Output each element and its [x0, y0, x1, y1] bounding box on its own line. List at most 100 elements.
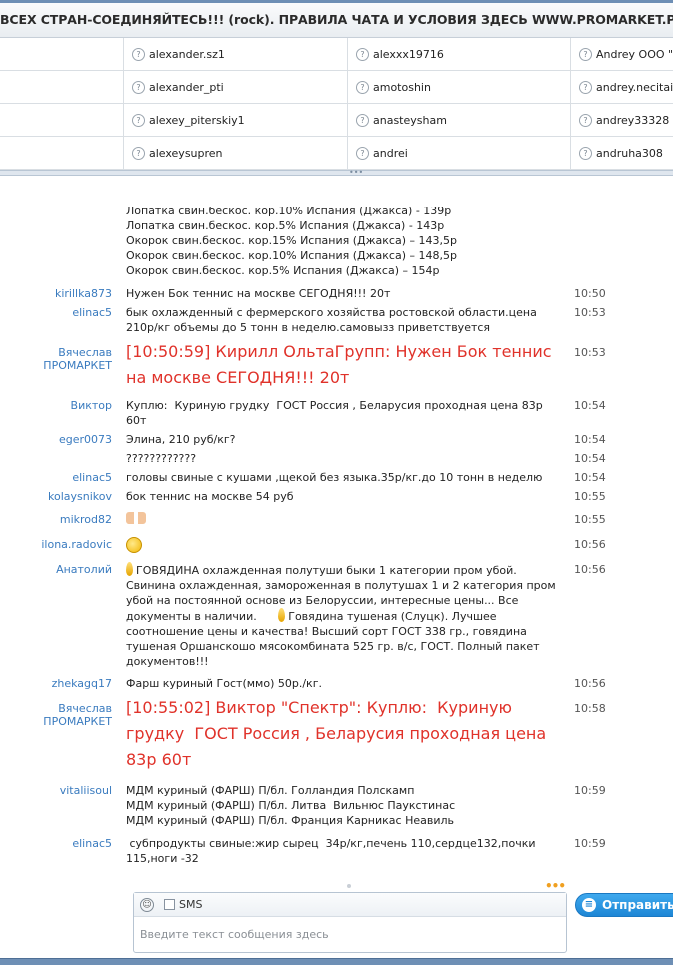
pane-splitter[interactable]: •••	[0, 168, 673, 177]
message-time: 10:55	[574, 490, 606, 503]
chat-message: elinac5 головы свиные с кушами ,щекой бе…	[0, 468, 673, 487]
user-cell[interactable]	[0, 104, 124, 137]
message-author[interactable]: kirillka873	[0, 286, 126, 301]
user-cell[interactable]	[0, 137, 124, 170]
user-name: alexxx19716	[373, 48, 444, 61]
user-name: andrey33328	[596, 114, 670, 127]
smile-emoji-icon	[126, 537, 142, 553]
message-text: Элина, 210 руб/кг?	[126, 433, 236, 446]
message-time: 10:56	[574, 563, 606, 576]
user-row: ? alexey_piterskiy1 ? anasteysham ? andrey3…	[0, 104, 673, 137]
clap-hands-icon	[126, 512, 146, 524]
message-author[interactable]: zhekagq17	[0, 676, 126, 691]
user-cell[interactable]: ? andruha308	[571, 137, 673, 170]
message-author[interactable]: vitaliisoul	[0, 783, 126, 828]
chat-message: Лопатка свин.бескос. кор.10% Испания (Дж…	[0, 207, 673, 280]
message-input[interactable]	[134, 917, 566, 951]
user-row: ? alexander.sz1 ? alexxx19716 ? Andrey OOO …	[0, 38, 673, 71]
message-author[interactable]: kolaysnikov	[0, 489, 126, 504]
chat-message: kolaysnikov бок теннис на москве 54 руб …	[0, 487, 673, 506]
send-label: Отправить	[602, 898, 673, 912]
message-text: Нужен Бок теннис на москве СЕГОДНЯ!!! 20…	[126, 287, 391, 300]
user-cell[interactable]: ? Andrey OOO "M	[571, 38, 673, 71]
message-author[interactable]: ilona.radovic	[0, 537, 126, 553]
message-text: Лопатка свин.бескос. кор.10% Испания (Дж…	[126, 207, 457, 277]
message-author[interactable]: Вячеслав ПРОМАРКЕТ	[0, 695, 126, 773]
composer-toolbar: ☺ SMS	[134, 893, 566, 917]
message-author[interactable]: Виктор	[0, 398, 126, 428]
user-name: anasteysham	[373, 114, 447, 127]
user-cell[interactable]	[0, 38, 124, 71]
smile-icon[interactable]: ☺	[140, 897, 154, 912]
user-name: alexey_piterskiy1	[149, 114, 245, 127]
message-text: субпродукты свиные:жир сырец 34р/кг,пече…	[126, 837, 539, 865]
message-text: Фарш куриный Гост(ммо) 50р./кг.	[126, 677, 322, 690]
message-time: 10:53	[574, 346, 606, 359]
message-time: 10:54	[574, 433, 606, 446]
chat-log[interactable]: Лопатка свин.бескос. кор.10% Испания (Дж…	[0, 207, 673, 882]
message-author[interactable]: eger0073	[0, 432, 126, 447]
user-name: andruha308	[596, 147, 663, 160]
user-name: Andrey OOO "M	[596, 48, 673, 61]
grip-icon: •••	[349, 168, 364, 177]
message-author[interactable]	[0, 451, 126, 466]
message-author[interactable]: Вячеслав ПРОМАРКЕТ	[0, 339, 126, 391]
message-time: 10:53	[574, 306, 606, 319]
chat-message: kirillka873 Нужен Бок теннис на москве С…	[0, 284, 673, 303]
chat-message: vitaliisoul МДМ куриный (ФАРШ) П/бл. Гол…	[0, 781, 673, 830]
message-author[interactable]: elinac5	[0, 305, 126, 335]
sms-checkbox[interactable]	[164, 899, 175, 910]
chat-message: ilona.radovic 10:56	[0, 534, 673, 556]
question-icon: ?	[132, 48, 145, 61]
scroll-indicator	[347, 884, 351, 888]
message-author[interactable]: Анатолий	[0, 562, 126, 669]
message-time: 10:59	[574, 837, 606, 850]
chat-message: eger0073 Элина, 210 руб/кг? 10:54	[0, 430, 673, 449]
user-cell[interactable]: ? alexeysupren	[124, 137, 348, 170]
message-time: 10:50	[574, 287, 606, 300]
message-text: МДМ куриный (ФАРШ) П/бл. Голландия Полск…	[126, 784, 456, 827]
user-cell[interactable]: ? amotoshin	[348, 71, 571, 104]
question-icon: ?	[132, 81, 145, 94]
user-cell[interactable]: ? alexander.sz1	[124, 38, 348, 71]
message-time: 10:54	[574, 452, 606, 465]
message-composer: ☺ SMS	[133, 892, 567, 953]
chat-title: ВСЕХ СТРАН-СОЕДИНЯЙТЕСЬ!!! (rock). ПРАВИ…	[0, 12, 673, 27]
chat-message: mikrod82 10:55	[0, 506, 673, 534]
bottom-border	[0, 958, 673, 965]
chat-message: Виктор Куплю: Куриную грудку ГОСТ Россия…	[0, 396, 673, 430]
message-text: ГОВЯДИНА охлажденная полутуши быки 1 кат…	[126, 562, 556, 669]
message-time: 10:59	[574, 784, 606, 797]
chat-message: zhekagq17 Фарш куриный Гост(ммо) 50р./кг…	[0, 674, 673, 693]
chat-message: Вячеслав ПРОМАРКЕТ [10:50:59] Кирилл Оль…	[0, 337, 673, 393]
send-button[interactable]: ≡ Отправить	[575, 893, 673, 917]
message-text: ????????????	[126, 452, 197, 465]
message-time: 10:56	[574, 677, 606, 690]
user-cell[interactable]: ? alexxx19716	[348, 38, 571, 71]
chat-message: Анатолий ГОВЯДИНА охлажденная полутуши б…	[0, 560, 673, 671]
question-icon: ?	[579, 147, 592, 160]
question-icon: ?	[579, 48, 592, 61]
message-text: Куплю: Куриную грудку ГОСТ Россия , Бела…	[126, 399, 547, 427]
user-cell[interactable]: ? alexander_pti	[124, 71, 348, 104]
message-author[interactable]	[0, 209, 126, 278]
message-time: 10:55	[574, 513, 606, 526]
user-cell[interactable]: ? andrei	[348, 137, 571, 170]
message-text	[126, 512, 556, 528]
user-name: andrei	[373, 147, 408, 160]
chat-message: Вячеслав ПРОМАРКЕТ [10:55:02] Виктор "Сп…	[0, 693, 673, 775]
user-cell[interactable]: ? andrey.necitaile	[571, 71, 673, 104]
question-icon: ?	[356, 147, 369, 160]
question-icon: ?	[356, 114, 369, 127]
user-cell[interactable]: ? anasteysham	[348, 104, 571, 137]
user-cell[interactable]: ? andrey33328	[571, 104, 673, 137]
more-options-icon[interactable]: •••	[545, 879, 566, 893]
message-author[interactable]: elinac5	[0, 836, 126, 866]
user-name: alexander_pti	[149, 81, 224, 94]
message-author[interactable]: elinac5	[0, 470, 126, 485]
user-cell[interactable]: ? alexey_piterskiy1	[124, 104, 348, 137]
user-cell[interactable]	[0, 71, 124, 104]
message-author[interactable]: mikrod82	[0, 512, 126, 528]
message-time: 10:56	[574, 538, 606, 551]
chat-message: ???????????? 10:54	[0, 449, 673, 468]
